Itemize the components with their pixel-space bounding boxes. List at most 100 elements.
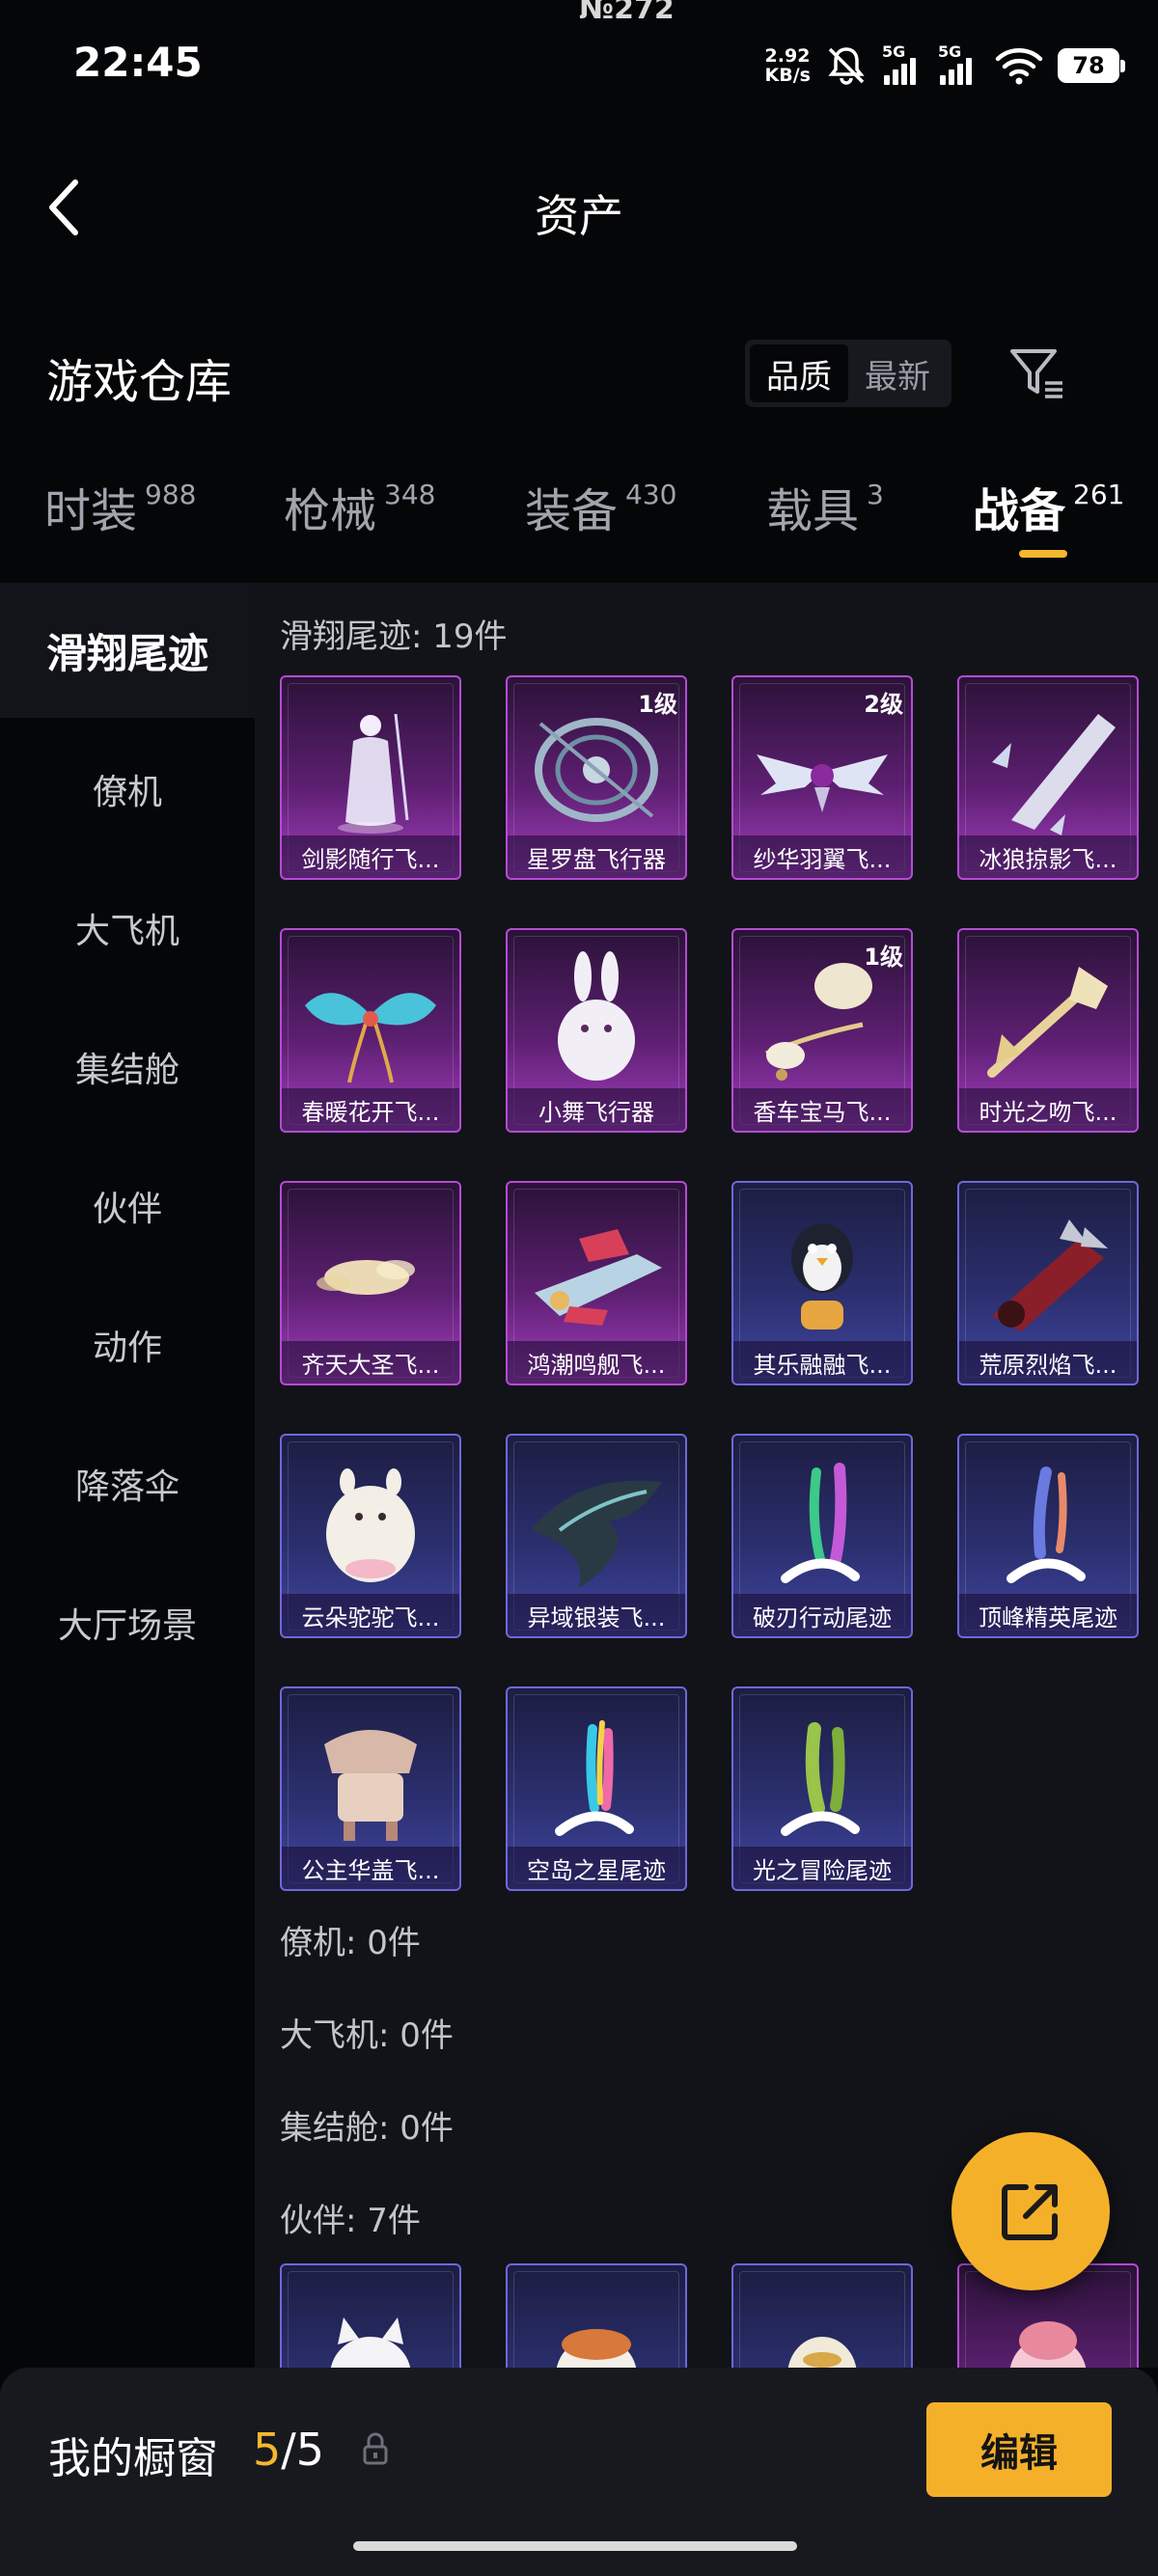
rabbit-icon xyxy=(558,951,635,1081)
signal-2-label: 5G xyxy=(938,42,962,61)
tab-label: 时装 xyxy=(44,484,138,538)
tab-count: 988 xyxy=(145,479,197,510)
sidebar-item-parachute[interactable]: 降落伞 xyxy=(0,1416,255,1551)
item-name: 时光之吻飞... xyxy=(959,1088,1137,1131)
sidebar-item-wingman[interactable]: 僚机 xyxy=(0,722,255,857)
sidebar: 滑翔尾迹 僚机 大飞机 集结舱 伙伴 动作 降落伞 大厅场景 xyxy=(0,583,255,2368)
edit-button[interactable]: 编辑 xyxy=(926,2402,1112,2497)
signal-1-icon: 5G xyxy=(882,42,924,85)
sidebar-item-big-plane[interactable]: 大飞机 xyxy=(0,861,255,996)
item-name: 云朵驼驼飞... xyxy=(282,1594,459,1636)
item-name: 冰狼掠影飞... xyxy=(959,836,1137,878)
group-label-wingman: 僚机: 0件 xyxy=(280,1924,421,1962)
group-label-partner: 伙伴: 7件 xyxy=(280,2202,421,2240)
white-cat-icon xyxy=(330,2317,411,2368)
tab-equipment[interactable]: 装备 430 xyxy=(525,473,676,550)
item-name: 空岛之星尾迹 xyxy=(508,1847,685,1889)
item-card[interactable]: 1级 星罗盘飞行器 xyxy=(506,675,687,880)
butterfly-wings-icon xyxy=(305,993,436,1083)
item-level-badge: 2级 xyxy=(864,691,903,718)
item-card[interactable]: 小舞飞行器 xyxy=(506,928,687,1133)
item-card[interactable]: 荒原烈焰飞... xyxy=(957,1181,1139,1385)
showcase-total: 5 xyxy=(295,2424,325,2476)
item-card[interactable]: 冰狼掠影飞... xyxy=(957,675,1139,880)
sidebar-item-glide-trail[interactable]: 滑翔尾迹 xyxy=(0,583,255,718)
item-card[interactable] xyxy=(506,2263,687,2368)
sidebar-item-partner[interactable]: 伙伴 xyxy=(0,1138,255,1274)
item-list[interactable]: 滑翔尾迹: 19件 剑影随行飞... 1级 星罗盘飞行器 2级 纱华羽翼飞...… xyxy=(255,583,1158,2368)
item-name: 异域银装飞... xyxy=(508,1594,685,1636)
item-name: 纱华羽翼飞... xyxy=(733,836,911,878)
flame-glider-icon xyxy=(992,1219,1108,1331)
item-card[interactable]: 2级 纱华羽翼飞... xyxy=(731,675,913,880)
battery-icon: 78 xyxy=(1058,48,1125,83)
showcase-bar: 我的橱窗 5/5 编辑 xyxy=(0,2368,1158,2576)
orange-cat-icon xyxy=(556,2329,637,2368)
item-card[interactable]: 空岛之星尾迹 xyxy=(506,1686,687,1891)
showcase-count: 5/5 xyxy=(253,2424,324,2476)
alpaca-icon xyxy=(326,1468,415,1582)
item-card[interactable]: 光之冒险尾迹 xyxy=(731,1686,913,1891)
canopy-icon xyxy=(324,1730,417,1841)
sort-option-quality[interactable]: 品质 xyxy=(750,344,848,402)
item-card[interactable]: 异域银装飞... xyxy=(506,1434,687,1638)
tab-weapons[interactable]: 枪械 348 xyxy=(284,473,435,550)
item-name: 光之冒险尾迹 xyxy=(733,1847,911,1889)
item-card[interactable]: 剑影随行飞... xyxy=(280,675,461,880)
item-card[interactable]: 1级 香车宝马飞... xyxy=(731,928,913,1133)
showcase-separator: / xyxy=(281,2424,296,2476)
item-card[interactable]: 时光之吻飞... xyxy=(957,928,1139,1133)
item-card[interactable]: 顶峰精英尾迹 xyxy=(957,1434,1139,1638)
sidebar-item-emote[interactable]: 动作 xyxy=(0,1277,255,1412)
item-card[interactable]: 公主华盖飞... xyxy=(280,1686,461,1891)
sidebar-item-lobby-scene[interactable]: 大厅场景 xyxy=(0,1555,255,1690)
section-title: 游戏仓库 xyxy=(46,355,233,409)
sidebar-item-capsule[interactable]: 集结舱 xyxy=(0,1000,255,1135)
signal-2-icon: 5G xyxy=(938,42,980,85)
group-label-glide: 滑翔尾迹: 19件 xyxy=(280,617,508,656)
tab-vehicles[interactable]: 载具 3 xyxy=(766,473,884,550)
tab-fashion[interactable]: 时装 988 xyxy=(44,473,196,550)
clock: 22:45 xyxy=(73,39,203,86)
item-name: 星罗盘飞行器 xyxy=(508,836,685,878)
smoke-trail-icon xyxy=(781,1463,860,1583)
item-card[interactable]: 其乐融融飞... xyxy=(731,1181,913,1385)
tab-label: 装备 xyxy=(525,484,619,538)
carrier-text: №272 xyxy=(579,0,675,26)
item-name: 剑影随行飞... xyxy=(282,836,459,878)
tab-battle-gear[interactable]: 战备 261 xyxy=(973,473,1124,550)
mute-bell-icon xyxy=(828,47,865,85)
tab-count: 348 xyxy=(384,479,436,510)
net-speed-unit: KB/s xyxy=(764,65,811,86)
home-indicator[interactable] xyxy=(353,2541,797,2551)
item-name: 香车宝马飞... xyxy=(733,1088,911,1131)
item-card[interactable] xyxy=(731,2263,913,2368)
share-icon xyxy=(1002,2184,1058,2240)
item-level-badge: 1级 xyxy=(864,944,903,971)
duck-icon xyxy=(787,2337,857,2368)
filter-button[interactable] xyxy=(1004,342,1071,405)
item-card[interactable]: 鸿潮鸣舰飞... xyxy=(506,1181,687,1385)
showcase-label: 我的橱窗 xyxy=(48,2434,218,2483)
item-name: 顶峰精英尾迹 xyxy=(959,1594,1137,1636)
signal-1-label: 5G xyxy=(882,42,906,61)
group-label-capsule: 集结舱: 0件 xyxy=(280,2109,454,2148)
share-fab[interactable] xyxy=(951,2132,1110,2290)
status-bar: №272 22:45 2.92 KB/s 5G 5G 78 xyxy=(0,0,1158,125)
sort-option-newest[interactable]: 最新 xyxy=(848,344,947,402)
starship-icon xyxy=(535,1229,662,1326)
wifi-icon xyxy=(995,48,1043,85)
sort-toggle: 品质 最新 xyxy=(745,340,951,407)
tab-label: 载具 xyxy=(766,484,860,538)
item-card[interactable]: 云朵驼驼飞... xyxy=(280,1434,461,1638)
item-card[interactable] xyxy=(280,2263,461,2368)
pink-creature-icon xyxy=(1009,2321,1087,2368)
item-card[interactable]: 破刃行动尾迹 xyxy=(731,1434,913,1638)
item-card[interactable]: 齐天大圣飞... xyxy=(280,1181,461,1385)
item-name: 其乐融融飞... xyxy=(733,1341,911,1384)
item-name: 春暖花开飞... xyxy=(282,1088,459,1131)
dark-wing-icon xyxy=(531,1480,662,1588)
item-name: 破刃行动尾迹 xyxy=(733,1594,911,1636)
item-card[interactable]: 春暖花开飞... xyxy=(280,928,461,1133)
tab-label: 战备 xyxy=(973,484,1066,538)
